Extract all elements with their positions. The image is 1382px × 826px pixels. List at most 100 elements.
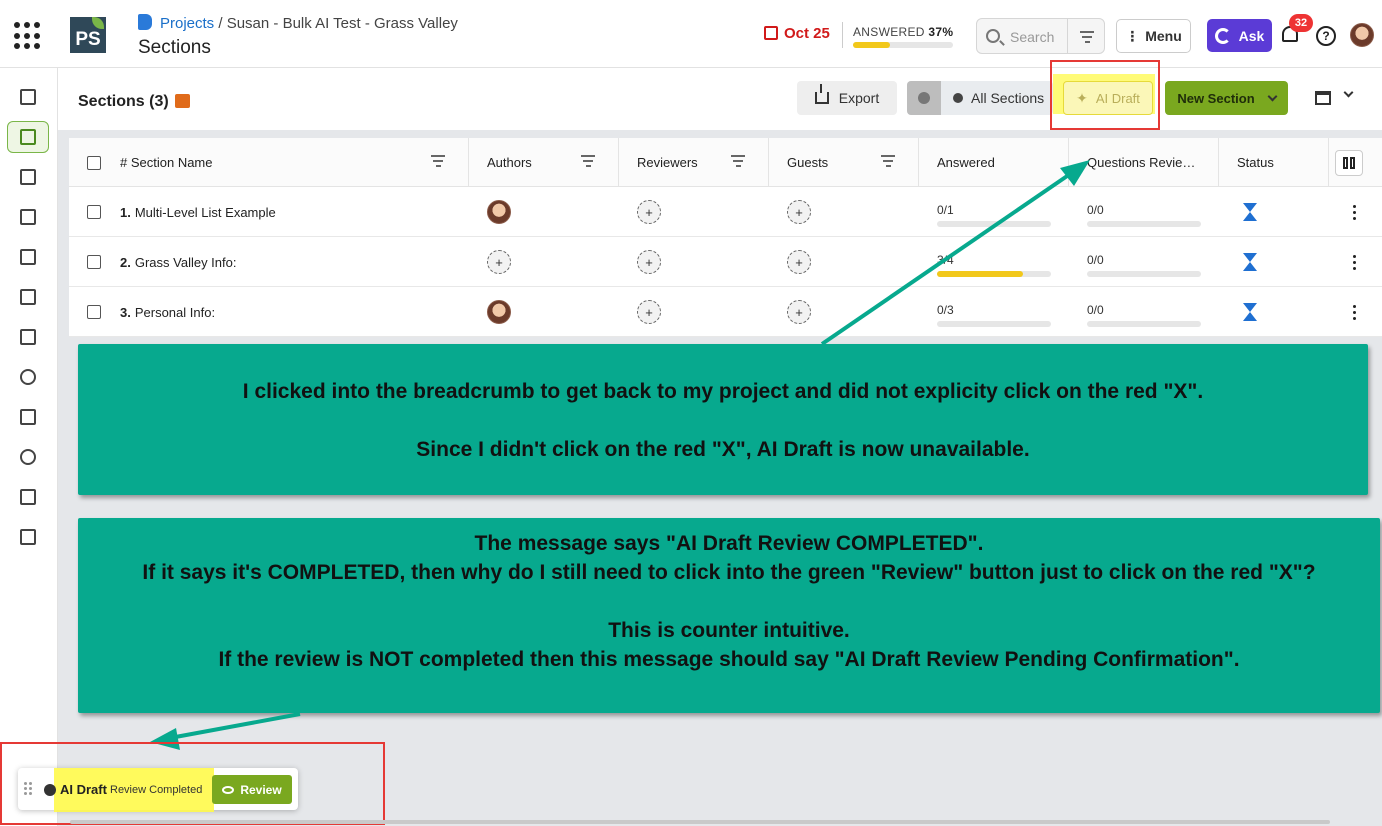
breadcrumb-project-name[interactable]: Susan - Bulk AI Test - Grass Valley — [227, 15, 458, 32]
table-row[interactable]: 3. Personal Info: + + 0/3 0/0 — [69, 287, 1382, 337]
add-guest-button[interactable]: + — [787, 250, 811, 274]
row-actions[interactable] — [1353, 237, 1356, 287]
ai-draft-toast: AI Draft Review Completed Review — [18, 768, 298, 812]
nav-clipboard[interactable] — [7, 521, 49, 553]
menu-button[interactable]: ⋮ Menu — [1116, 19, 1191, 53]
col-answered[interactable]: Answered — [918, 138, 1068, 187]
add-guest-button[interactable]: + — [787, 200, 811, 224]
filter-icon — [1080, 31, 1094, 43]
hourglass-icon — [1243, 303, 1257, 321]
kebab-icon[interactable] — [1353, 304, 1356, 320]
answered-count: 3/4 — [937, 253, 954, 267]
table-row[interactable]: 1. Multi-Level List Example + + 0/1 0/0 — [69, 187, 1382, 237]
all-sections-filter[interactable]: All Sections — [907, 81, 1053, 115]
new-section-button[interactable]: New Section — [1165, 81, 1288, 115]
drag-handle-icon[interactable] — [24, 782, 32, 795]
add-author-button[interactable]: + — [487, 250, 511, 274]
author-avatar[interactable] — [487, 200, 511, 224]
nav-dashboard[interactable] — [7, 281, 49, 313]
nav-briefcase[interactable] — [7, 81, 49, 113]
chevron-down-icon[interactable] — [1343, 87, 1354, 98]
filter-icon[interactable] — [731, 155, 745, 167]
apps-grid-icon[interactable] — [14, 22, 42, 50]
col-status[interactable]: Status — [1218, 138, 1328, 187]
section-title[interactable]: Multi-Level List Example — [135, 205, 276, 220]
reviewed-cell: 0/0 — [1087, 203, 1201, 227]
row-actions[interactable] — [1353, 287, 1356, 337]
app-logo[interactable]: PS — [70, 17, 106, 53]
section-title[interactable]: Personal Info: — [135, 305, 215, 320]
col-guests[interactable]: Guests — [768, 138, 918, 187]
guests-cell[interactable]: + — [787, 287, 811, 337]
add-reviewer-button[interactable]: + — [637, 250, 661, 274]
section-name[interactable]: 2. Grass Valley Info: — [120, 237, 236, 287]
review-button[interactable]: Review — [212, 775, 292, 804]
user-avatar[interactable] — [1350, 23, 1374, 47]
column-toggle[interactable] — [1328, 138, 1382, 187]
briefcase-icon — [20, 89, 36, 105]
col-questions-reviewed[interactable]: Questions Revie… — [1068, 138, 1218, 187]
table-row[interactable]: 2. Grass Valley Info: + + + 3/4 0/0 — [69, 237, 1382, 287]
kebab-icon: ⋮ — [1125, 27, 1140, 44]
search-box[interactable]: Search — [976, 18, 1105, 54]
note2-line2: If it says it's COMPLETED, then why do I… — [142, 561, 1316, 584]
add-reviewer-button[interactable]: + — [637, 300, 661, 324]
nav-notes[interactable] — [7, 161, 49, 193]
row-actions[interactable] — [1353, 187, 1356, 237]
reviewers-cell[interactable]: + — [637, 237, 661, 287]
nav-users[interactable] — [7, 361, 49, 393]
search-placeholder[interactable]: Search — [1010, 29, 1054, 45]
row-checkbox[interactable] — [87, 187, 101, 237]
nav-questions[interactable] — [7, 481, 49, 513]
col-section-name[interactable]: # Section Name — [120, 138, 213, 187]
guests-cell[interactable]: + — [787, 237, 811, 287]
note2-line4: If the review is NOT completed then this… — [218, 648, 1240, 671]
nav-sections[interactable] — [7, 121, 49, 153]
author-avatar[interactable] — [487, 300, 511, 324]
ask-button[interactable]: Ask — [1207, 19, 1272, 52]
help-icon[interactable]: ? — [1316, 26, 1336, 46]
nav-comments[interactable] — [7, 321, 49, 353]
nav-calendar[interactable] — [7, 201, 49, 233]
nav-documents[interactable] — [7, 401, 49, 433]
kebab-icon[interactable] — [1353, 204, 1356, 220]
kebab-icon[interactable] — [1353, 254, 1356, 270]
horizontal-scrollbar[interactable] — [70, 820, 1330, 824]
add-guest-button[interactable]: + — [787, 300, 811, 324]
columns-layout-icon[interactable] — [1315, 91, 1331, 105]
section-title[interactable]: Grass Valley Info: — [135, 255, 237, 270]
add-reviewer-button[interactable]: + — [637, 200, 661, 224]
notification-badge: 32 — [1289, 14, 1313, 32]
col-authors[interactable]: Authors — [468, 138, 618, 187]
filter-icon[interactable] — [581, 155, 595, 167]
section-name[interactable]: 1. Multi-Level List Example — [120, 187, 276, 237]
chart-icon[interactable] — [174, 94, 190, 108]
guests-cell[interactable]: + — [787, 187, 811, 237]
breadcrumb-projects-link[interactable]: Projects — [160, 15, 214, 32]
toast-title: AI Draft — [60, 782, 107, 797]
sections-title: Sections (3) — [78, 93, 190, 111]
authors-cell[interactable] — [487, 187, 511, 237]
status-cell — [1243, 187, 1257, 237]
col-reviewers[interactable]: Reviewers — [618, 138, 768, 187]
upload-icon — [20, 249, 36, 265]
export-button[interactable]: Export — [797, 81, 897, 115]
filter-icon[interactable] — [881, 155, 895, 167]
section-number: 2. — [120, 254, 131, 270]
authors-cell[interactable]: + — [487, 237, 511, 287]
eye-icon — [222, 785, 235, 794]
calendar-icon — [764, 26, 778, 40]
toast-status: Review Completed — [110, 784, 203, 796]
nav-upload[interactable] — [7, 241, 49, 273]
section-name[interactable]: 3. Personal Info: — [120, 287, 215, 337]
reviewers-cell[interactable]: + — [637, 187, 661, 237]
filter-button[interactable] — [1067, 19, 1106, 53]
row-checkbox[interactable] — [87, 237, 101, 287]
select-all-checkbox[interactable] — [87, 138, 101, 187]
authors-cell[interactable] — [487, 287, 511, 337]
row-checkbox[interactable] — [87, 287, 101, 337]
reviewers-cell[interactable]: + — [637, 287, 661, 337]
filter-icon[interactable] — [431, 155, 445, 167]
clipboard-icon — [20, 529, 36, 545]
nav-history[interactable] — [7, 441, 49, 473]
